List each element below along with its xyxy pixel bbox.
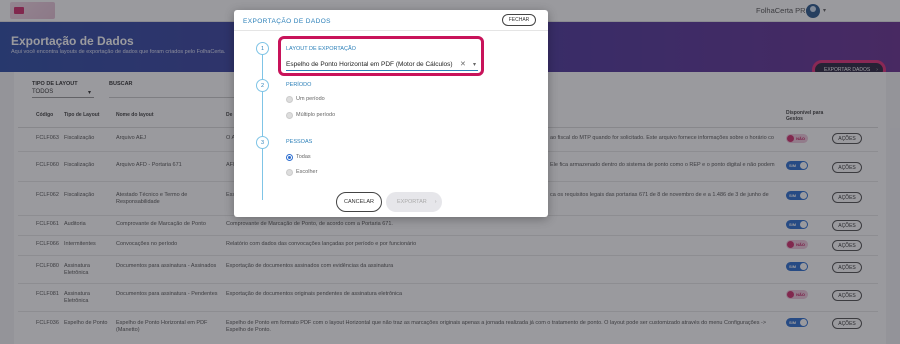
radio-choose-people-label[interactable]: Escolher <box>296 169 317 175</box>
export-data-modal: EXPORTAÇÃO DE DADOS FECHAR 1 2 3 LAYOUT … <box>234 10 548 217</box>
radio-single-period[interactable] <box>286 96 293 103</box>
modal-divider <box>234 30 548 31</box>
step-3-indicator: 3 <box>256 136 269 149</box>
submit-export-button[interactable]: EXPORTAR › <box>386 192 442 212</box>
step-1-indicator: 1 <box>256 42 269 55</box>
export-layout-underline <box>286 70 478 71</box>
people-label: PESSOAS <box>286 139 313 145</box>
submit-export-button-label: EXPORTAR <box>397 199 427 205</box>
period-label: PERÍODO <box>286 82 312 88</box>
stepper-line <box>262 54 263 200</box>
radio-all-people[interactable] <box>286 154 293 161</box>
step-2-indicator: 2 <box>256 79 269 92</box>
close-button[interactable]: FECHAR <box>502 14 536 26</box>
radio-all-people-label[interactable]: Todas <box>296 154 311 160</box>
cancel-button[interactable]: CANCELAR <box>336 192 382 212</box>
chevron-down-icon[interactable]: ▾ <box>473 61 476 68</box>
radio-multiple-period[interactable] <box>286 112 293 119</box>
chevron-right-icon: › <box>434 199 437 205</box>
clear-icon[interactable]: ✕ <box>460 60 466 68</box>
radio-multiple-period-label[interactable]: Múltiplo período <box>296 112 335 118</box>
export-layout-select[interactable]: Espelho de Ponto Horizontal em PDF (Moto… <box>286 61 453 68</box>
radio-single-period-label[interactable]: Um período <box>296 96 325 102</box>
export-layout-label: LAYOUT DE EXPORTAÇÃO <box>286 46 356 52</box>
modal-title: EXPORTAÇÃO DE DADOS <box>243 18 331 25</box>
radio-choose-people[interactable] <box>286 169 293 176</box>
